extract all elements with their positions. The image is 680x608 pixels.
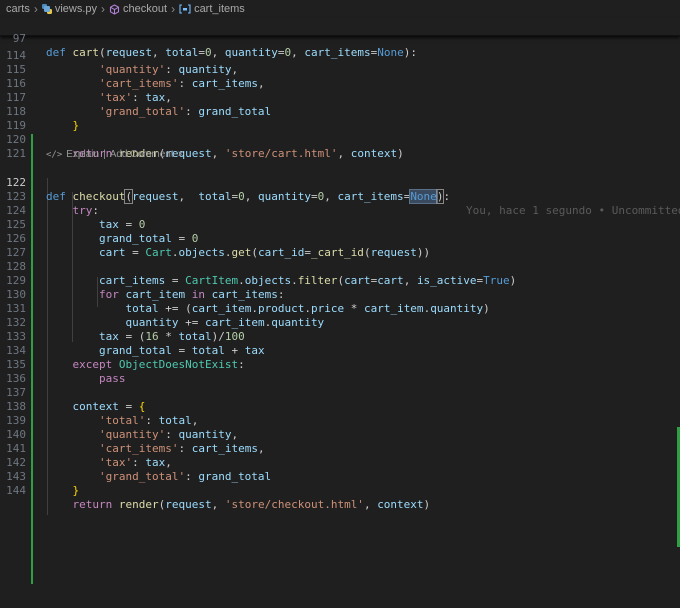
breadcrumb-folder[interactable]: carts: [6, 3, 30, 15]
code-line: def cart(request, total=0, quantity=0, c…: [46, 46, 417, 60]
line-number: 144: [6, 484, 26, 498]
chevron-right-icon: ›: [171, 2, 176, 16]
chevron-right-icon: ›: [33, 2, 38, 16]
add-comment-link[interactable]: Add Comment: [110, 148, 174, 162]
line-number: 97: [12, 32, 26, 46]
code-lens: </> Explain | Add Comment ×: [46, 148, 183, 162]
sticky-scroll-header[interactable]: 97 def cart(request, total=0, quantity=0…: [0, 18, 680, 59]
code-line: }: [72, 484, 80, 498]
copilot-icon[interactable]: </>: [46, 148, 62, 162]
breadcrumb: carts › views.py › checkout › cart_items: [0, 0, 680, 18]
python-file-icon: [41, 4, 52, 14]
close-icon[interactable]: ×: [178, 148, 184, 162]
line-number: 121: [6, 147, 26, 161]
code-line: return render(request, 'store/checkout.h…: [72, 498, 431, 512]
breadcrumb-variable[interactable]: cart_items: [179, 3, 245, 15]
chevron-right-icon: ›: [101, 2, 106, 16]
lens-separator: |: [103, 149, 106, 160]
explain-link[interactable]: Explain: [66, 148, 99, 162]
variable-icon: [179, 4, 191, 14]
breadcrumb-function[interactable]: checkout: [109, 3, 167, 15]
method-icon: [109, 3, 120, 15]
breadcrumb-file[interactable]: views.py: [41, 3, 97, 15]
